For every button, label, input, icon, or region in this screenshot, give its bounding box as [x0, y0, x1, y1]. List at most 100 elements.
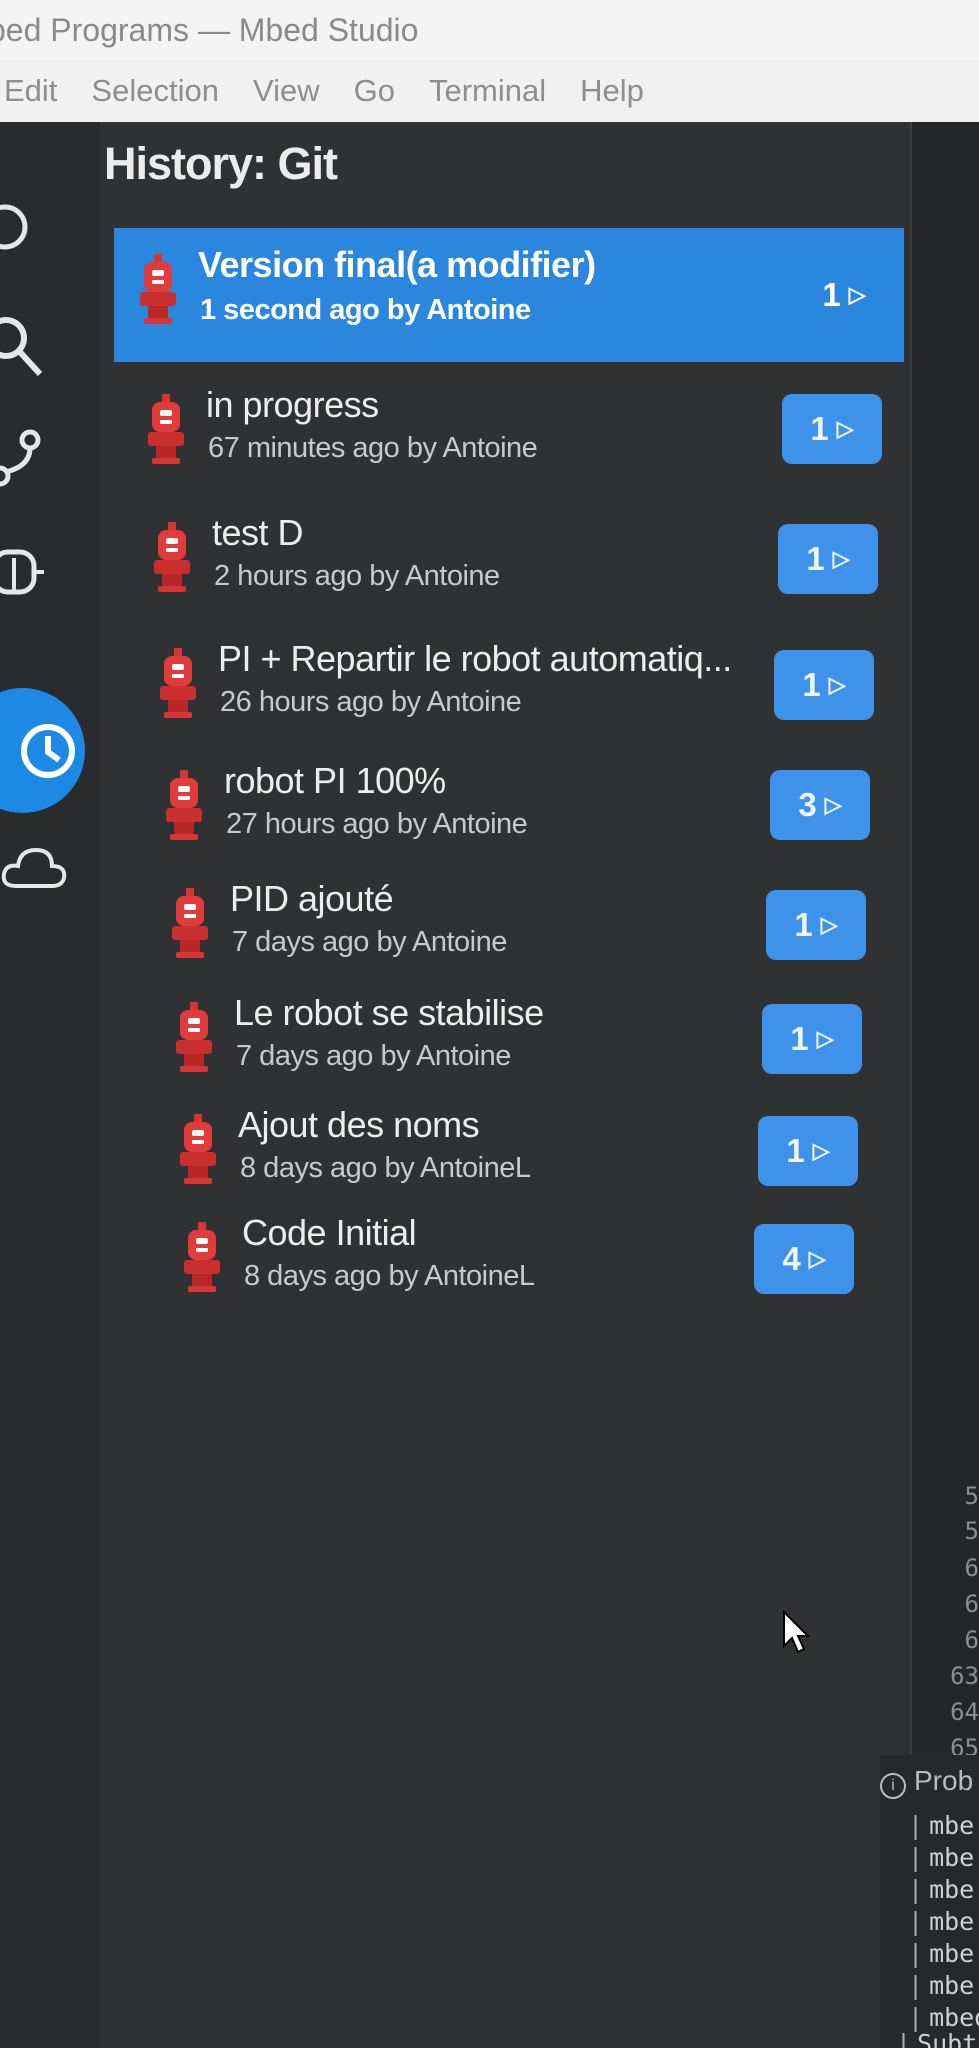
expand-arrow-icon: ▷: [816, 1026, 834, 1051]
cloud-icon[interactable]: [0, 822, 80, 912]
expand-arrow-icon: ▷: [836, 416, 854, 441]
commit-entry[interactable]: in progress 67 minutes ago by Antoine 1 ▷: [122, 368, 912, 492]
commit-entry[interactable]: PID ajouté 7 days ago by Antoine 1 ▷: [146, 862, 936, 986]
problem-line[interactable]: Subt: [896, 2029, 977, 2048]
menu-selection[interactable]: Selection: [91, 73, 219, 109]
changes-badge[interactable]: 1 ▷: [794, 260, 894, 330]
menu-terminal[interactable]: Terminal: [429, 73, 546, 109]
problem-line[interactable]: mbe: [908, 1843, 974, 1872]
commit-entry[interactable]: Version final(a modifier) 1 second ago b…: [114, 228, 904, 362]
robot-avatar-icon: [174, 1002, 214, 1074]
changes-badge[interactable]: 1 ▷: [762, 1004, 862, 1074]
change-count: 1: [790, 1020, 809, 1057]
commit-meta: 8 days ago by AntoineL: [240, 1152, 531, 1184]
expand-arrow-icon: ▷: [808, 1246, 826, 1271]
menu-help[interactable]: Help: [580, 73, 644, 109]
commit-meta: 8 days ago by AntoineL: [244, 1260, 535, 1292]
menu-view[interactable]: View: [253, 73, 320, 109]
git-branch-icon[interactable]: [0, 412, 60, 502]
change-count: 1: [822, 276, 841, 313]
mouse-cursor-icon: [783, 1610, 810, 1654]
changes-badge[interactable]: 1 ▷: [778, 524, 878, 594]
info-icon: i: [880, 1773, 906, 1799]
change-count: 1: [806, 540, 825, 577]
commit-meta: 67 minutes ago by Antoine: [208, 432, 538, 464]
commit-meta: 7 days ago by Antoine: [232, 926, 507, 958]
robot-avatar-icon: [138, 254, 178, 326]
commit-message: Ajout des noms: [238, 1104, 480, 1145]
commit-message: PID ajouté: [230, 878, 394, 919]
commit-entry[interactable]: Ajout des noms 8 days ago by AntoineL 1 ▷: [154, 1088, 944, 1212]
commit-message: PI + Repartir le robot automatiq...: [218, 638, 732, 679]
commit-message: in progress: [206, 384, 379, 425]
robot-avatar-icon: [152, 522, 192, 594]
history-panel: History: Git Version final(a modifier) 1…: [100, 122, 912, 2048]
change-count: 3: [798, 786, 817, 823]
search-icon[interactable]: [0, 302, 60, 392]
commit-meta: 27 hours ago by Antoine: [226, 808, 528, 840]
changes-badge[interactable]: 1 ▷: [782, 394, 882, 464]
change-count: 1: [786, 1132, 805, 1169]
line-number: 6: [964, 1626, 979, 1654]
change-count: 1: [794, 906, 813, 943]
line-number: 5: [964, 1482, 979, 1510]
problem-line[interactable]: mbe: [908, 1875, 974, 1904]
expand-arrow-icon: ▷: [812, 1138, 830, 1163]
problem-line[interactable]: mbe: [908, 1939, 974, 1968]
commit-entry[interactable]: robot PI 100% 27 hours ago by Antoine 3 ▷: [140, 744, 930, 868]
robot-avatar-icon: [164, 770, 204, 842]
line-number: 6: [964, 1554, 979, 1582]
robot-avatar-icon: [146, 394, 186, 466]
changes-badge[interactable]: 1 ▷: [774, 650, 874, 720]
commit-message: Code Initial: [242, 1212, 417, 1253]
problem-line[interactable]: mbe: [908, 1907, 974, 1936]
commit-message: Le robot se stabilise: [234, 992, 544, 1033]
robot-avatar-icon: [182, 1222, 222, 1294]
commit-meta: 7 days ago by Antoine: [236, 1040, 511, 1072]
commit-meta: 1 second ago by Antoine: [200, 294, 531, 326]
commit-message: test D: [212, 512, 304, 553]
debug-icon[interactable]: [0, 522, 60, 612]
robot-avatar-icon: [170, 888, 210, 960]
line-number: 64: [950, 1698, 979, 1726]
source-control-icon[interactable]: [0, 182, 50, 272]
activity-bar: [0, 122, 100, 2048]
commit-entry[interactable]: Code Initial 8 days ago by AntoineL 4 ▷: [158, 1196, 948, 1320]
expand-arrow-icon: ▷: [828, 672, 846, 697]
expand-arrow-icon: ▷: [832, 546, 850, 571]
changes-badge[interactable]: 4 ▷: [754, 1224, 854, 1294]
problems-tab[interactable]: i Prob: [880, 1765, 973, 1799]
menu-go[interactable]: Go: [354, 73, 395, 109]
changes-badge[interactable]: 1 ▷: [766, 890, 866, 960]
problem-line[interactable]: mbe: [908, 1971, 974, 2000]
window-title-bar: bed Programs — Mbed Studio: [0, 0, 979, 60]
change-count: 1: [802, 666, 821, 703]
expand-arrow-icon: ▷: [824, 792, 842, 817]
change-count: 4: [782, 1240, 801, 1277]
editor-gutter: 5 5 6 6 6 63 64 65: [912, 122, 979, 1762]
commit-meta: 2 hours ago by Antoine: [214, 560, 500, 592]
expand-arrow-icon: ▷: [820, 912, 838, 937]
commit-meta: 26 hours ago by Antoine: [220, 686, 522, 718]
commit-entry[interactable]: PI + Repartir le robot automatiq... 26 h…: [134, 622, 924, 746]
menu-bar: Edit Selection View Go Terminal Help: [0, 60, 979, 122]
window-title: bed Programs — Mbed Studio: [0, 11, 419, 48]
line-number: 63: [950, 1662, 979, 1690]
line-number: 6: [964, 1590, 979, 1618]
menu-edit[interactable]: Edit: [4, 73, 57, 109]
problem-line[interactable]: mbe: [908, 1811, 974, 1840]
problem-line[interactable]: mbed: [908, 2003, 979, 2032]
changes-badge[interactable]: 3 ▷: [770, 770, 870, 840]
expand-arrow-icon: ▷: [848, 282, 866, 307]
panel-title: History: Git: [104, 138, 338, 189]
changes-badge[interactable]: 1 ▷: [758, 1116, 858, 1186]
commit-message: robot PI 100%: [224, 760, 446, 801]
history-icon[interactable]: [0, 688, 85, 813]
commit-entry[interactable]: Le robot se stabilise 7 days ago by Anto…: [150, 976, 940, 1100]
robot-avatar-icon: [178, 1114, 218, 1186]
robot-avatar-icon: [158, 648, 198, 720]
change-count: 1: [810, 410, 829, 447]
line-number: 5: [964, 1517, 979, 1545]
problems-panel: i Prob mbe mbe mbe mbe mbe mbe mbed Subt: [880, 1755, 979, 2048]
commit-entry[interactable]: test D 2 hours ago by Antoine 1 ▷: [128, 496, 918, 620]
